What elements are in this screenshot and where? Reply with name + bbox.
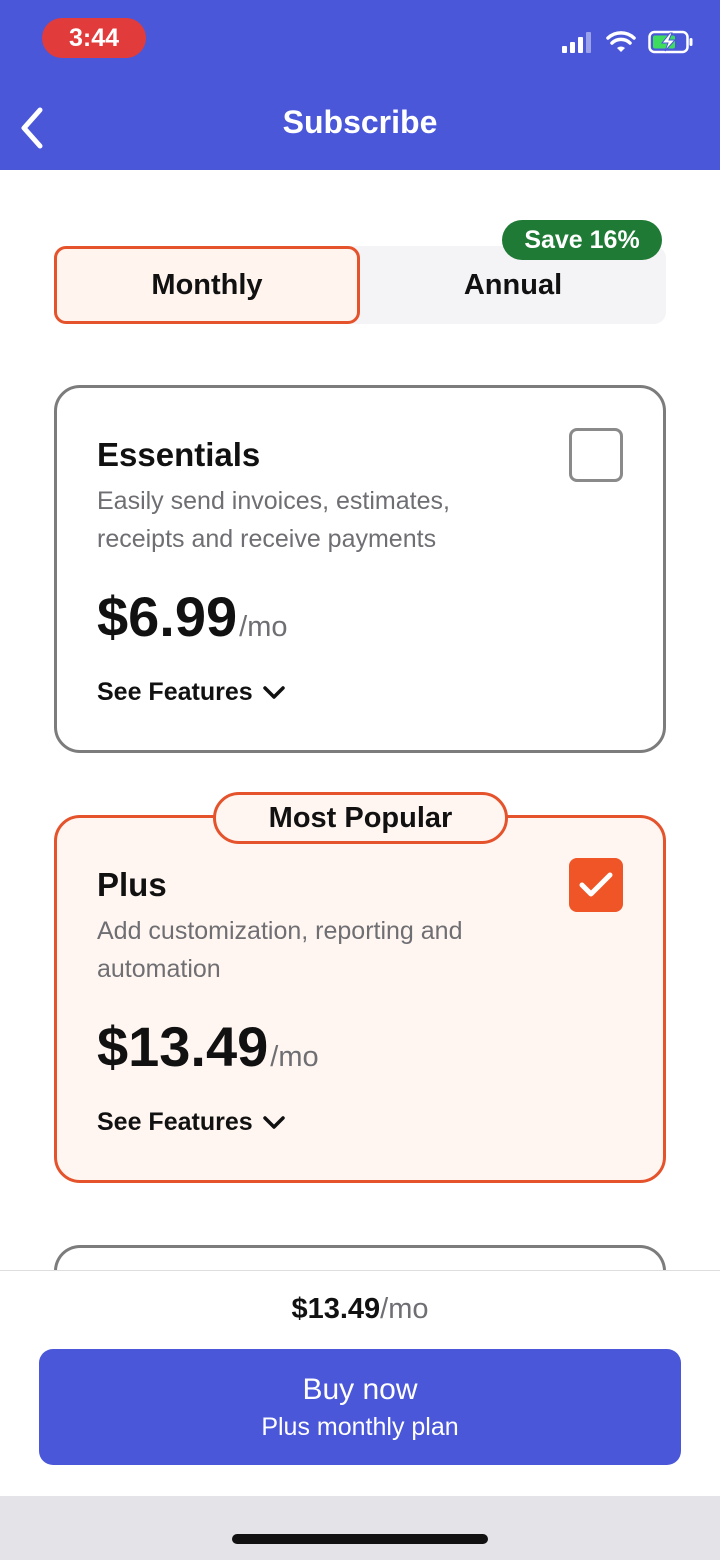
- chevron-down-icon: [262, 685, 285, 699]
- plan-description: Easily send invoices, estimates, receipt…: [97, 487, 450, 553]
- app-header: 3:44 Subscribe: [0, 0, 720, 170]
- battery-charging-icon: [648, 30, 694, 59]
- most-popular-badge: Most Popular: [213, 792, 508, 844]
- plan-name: Plus: [97, 866, 167, 903]
- buy-now-label: Buy now: [302, 1372, 418, 1406]
- plan-card-essentials[interactable]: Essentials Easily send invoices, estimat…: [54, 385, 666, 753]
- price-amount: $13.49: [97, 1015, 269, 1078]
- chevron-down-icon: [262, 1115, 285, 1129]
- plan-card-plus[interactable]: Plus Add customization, reporting and au…: [54, 815, 666, 1183]
- plan-checkbox[interactable]: [569, 428, 623, 482]
- save-badge: Save 16%: [502, 220, 662, 260]
- signal-icon: [562, 31, 594, 58]
- wifi-icon: [606, 30, 636, 58]
- plan-description: Add customization, reporting and automat…: [97, 917, 463, 983]
- footer-price: $13.49 /mo: [0, 1293, 720, 1326]
- buy-now-button[interactable]: Buy now Plus monthly plan: [39, 1349, 681, 1465]
- checkmark-icon: [579, 872, 613, 897]
- status-time: 3:44: [42, 18, 146, 58]
- footer-price-amount: $13.49: [291, 1293, 381, 1325]
- plan-name: Essentials: [97, 436, 261, 473]
- toggle-monthly[interactable]: Monthly: [54, 246, 360, 324]
- see-features-label: See Features: [97, 678, 253, 706]
- home-indicator-area: [0, 1496, 720, 1560]
- plan-checkbox-checked[interactable]: [569, 858, 623, 912]
- page-title: Subscribe: [282, 104, 438, 140]
- see-features-button[interactable]: See Features: [97, 678, 285, 707]
- see-features-button[interactable]: See Features: [97, 1108, 285, 1137]
- price-amount: $6.99: [97, 585, 238, 648]
- home-indicator[interactable]: [232, 1534, 488, 1544]
- plan-price: $6.99 /mo: [97, 584, 287, 649]
- price-unit: /mo: [270, 1041, 319, 1073]
- purchase-footer: $13.49 /mo Buy now Plus monthly plan: [0, 1270, 720, 1497]
- see-features-label: See Features: [97, 1108, 253, 1136]
- buy-now-sublabel: Plus monthly plan: [261, 1412, 459, 1441]
- footer-price-unit: /mo: [380, 1293, 429, 1325]
- price-unit: /mo: [239, 611, 288, 643]
- plan-price: $13.49 /mo: [97, 1014, 319, 1079]
- status-icons: [562, 26, 694, 62]
